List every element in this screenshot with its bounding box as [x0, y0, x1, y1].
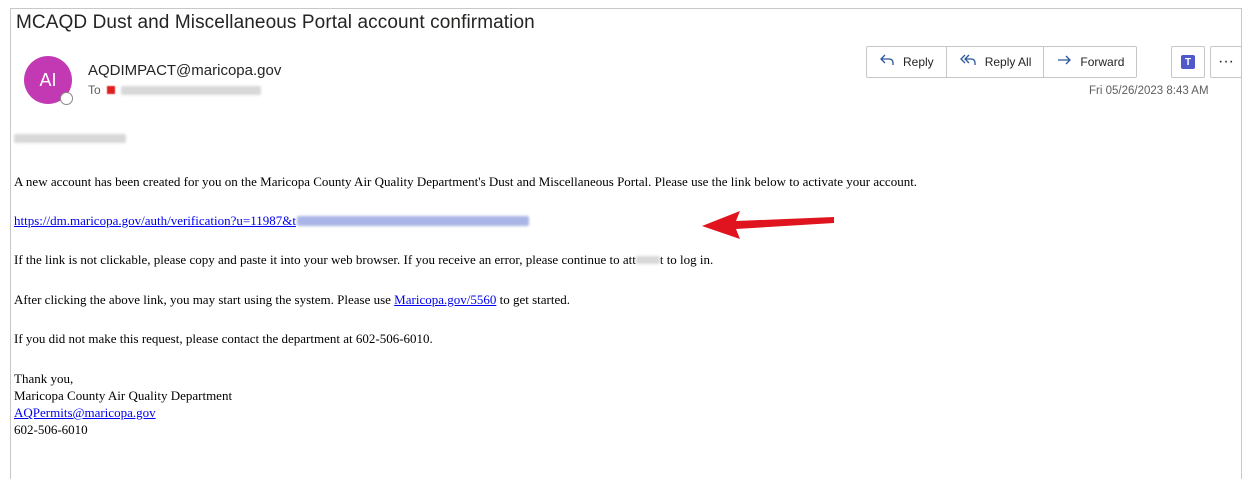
teams-button[interactable]: T — [1171, 46, 1205, 78]
reply-label: Reply — [903, 55, 934, 69]
signature-email-link[interactable]: AQPermits@maricopa.gov — [14, 405, 156, 420]
para2-redacted — [635, 256, 660, 264]
reply-all-button[interactable]: Reply All — [947, 47, 1045, 77]
red-arrow-annotation — [700, 207, 840, 244]
paragraph-getting-started: After clicking the above link, you may s… — [14, 292, 570, 308]
reply-all-icon — [959, 53, 977, 71]
verification-link[interactable]: https://dm.maricopa.gov/auth/verificatio… — [14, 213, 296, 228]
signature-thanks: Thank you, — [14, 371, 74, 386]
avatar-initials: AI — [39, 69, 57, 90]
getting-started-link[interactable]: Maricopa.gov/5560 — [394, 292, 496, 307]
recipient-redacted[interactable] — [120, 85, 261, 95]
to-label: To — [88, 83, 101, 97]
verification-link-line: https://dm.maricopa.gov/auth/verificatio… — [14, 213, 529, 229]
forward-label: Forward — [1080, 55, 1125, 69]
greeting-blur — [14, 134, 126, 143]
reply-icon — [879, 53, 895, 71]
presence-status-icon — [60, 92, 73, 105]
recipient-redacted-icon — [106, 86, 115, 94]
paragraph-contact: If you did not make this request, please… — [14, 331, 433, 346]
reply-button[interactable]: Reply — [867, 47, 947, 77]
greeting-redacted — [14, 130, 126, 147]
message-actions-toolbar: Reply Reply All Forward — [866, 46, 1138, 78]
para3-text-end: to get started. — [496, 292, 570, 307]
paragraph-intro: A new account has been created for you o… — [14, 174, 918, 189]
sender-address[interactable]: AQDIMPACT@maricopa.gov — [88, 62, 281, 79]
reply-all-label: Reply All — [984, 55, 1032, 69]
more-options-button[interactable]: ··· — [1210, 46, 1242, 78]
forward-icon — [1056, 53, 1072, 71]
verification-link-redacted[interactable] — [296, 216, 529, 226]
message-timestamp: Fri 05/26/2023 8:43 AM — [1089, 85, 1209, 97]
signature-org: Maricopa County Air Quality Department — [14, 388, 233, 403]
signature-phone: 602-506-6010 — [14, 422, 88, 437]
teams-icon: T — [1181, 55, 1195, 69]
email-subject: MCAQD Dust and Miscellaneous Portal acco… — [16, 12, 535, 33]
more-options-icon: ··· — [1218, 53, 1234, 70]
recipient-line: To — [88, 83, 261, 97]
forward-button[interactable]: Forward — [1044, 47, 1136, 77]
para2-text-end: t to log in. — [659, 252, 714, 267]
paragraph-instructions: If the link is not clickable, please cop… — [14, 252, 713, 268]
para3-text-start: After clicking the above link, you may s… — [14, 292, 395, 307]
signature-email-line: AQPermits@maricopa.gov — [14, 405, 156, 421]
para2-text-start: If the link is not clickable, please cop… — [14, 252, 636, 267]
